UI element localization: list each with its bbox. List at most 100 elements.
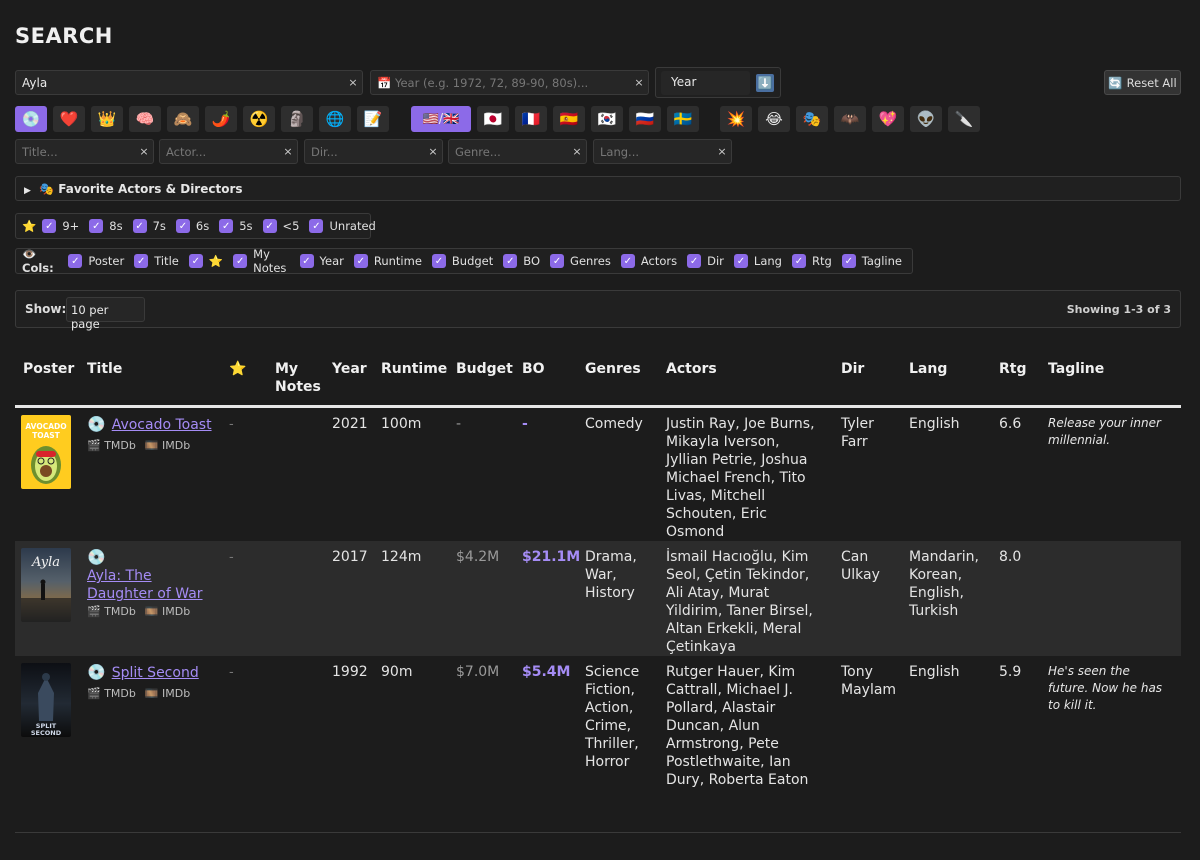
search-input[interactable]: Ayla × (15, 70, 363, 95)
chip-radioactive[interactable]: ☢️ (243, 106, 275, 132)
col-runtime-checkbox[interactable]: ✓ Runtime (353, 254, 422, 268)
col-header-actors[interactable]: Actors (658, 350, 833, 408)
chip-crown[interactable]: 👑 (91, 106, 123, 132)
clear-actor-icon[interactable]: × (281, 145, 295, 158)
col-poster-checkbox[interactable]: ✓ Poster (68, 254, 124, 268)
movie-title-link[interactable]: Ayla: The Daughter of War (87, 568, 203, 602)
col-actors-label: Actors (640, 254, 678, 268)
imdb-link[interactable]: 🎞️ IMDb (145, 439, 190, 452)
movie-title-link[interactable]: Avocado Toast (112, 417, 212, 433)
chip-genre-romance[interactable]: 💖 (872, 106, 904, 132)
sort-direction-icon[interactable]: ⬇️ (756, 74, 774, 92)
col-header-runtime[interactable]: Runtime (373, 350, 448, 408)
box-office-cell: $5.4M (522, 664, 571, 680)
col-header-title[interactable]: Title (79, 350, 221, 408)
chip-moai[interactable]: 🗿 (281, 106, 313, 132)
chip-country-kr[interactable]: 🇰🇷 (591, 106, 623, 132)
dir-filter-input[interactable]: Dir... × (304, 139, 443, 164)
chip-genre-horror[interactable]: 🔪 (948, 106, 980, 132)
col-header-poster[interactable]: Poster (15, 350, 79, 408)
col-lang-checkbox[interactable]: ✓ Lang (733, 254, 782, 268)
clear-lang-icon[interactable]: × (715, 145, 729, 158)
col-header-rtg[interactable]: Rtg (991, 350, 1040, 408)
col-header-lang[interactable]: Lang (901, 350, 991, 408)
tmdb-link[interactable]: 🎬 TMDb (87, 687, 136, 700)
star-rating[interactable]: - (229, 417, 234, 432)
lang-filter-input[interactable]: Lang... × (593, 139, 732, 164)
chip-genre-action[interactable]: 💥 (720, 106, 752, 132)
poster-image[interactable]: AVOCADO TOAST (21, 415, 71, 489)
rating-7s-checkbox[interactable]: ✓ 7s (132, 219, 166, 233)
my-notes[interactable] (267, 656, 324, 789)
rating-under5-checkbox[interactable]: ✓ <5 (262, 219, 299, 233)
movie-title-link[interactable]: Split Second (112, 665, 199, 681)
col-dir-checkbox[interactable]: ✓ Dir (687, 254, 724, 268)
rating-9plus-checkbox[interactable]: ✓ 9+ (42, 219, 79, 233)
col-header-bo[interactable]: BO (514, 350, 577, 408)
rating-5s-checkbox[interactable]: ✓ 5s (219, 219, 253, 233)
col-bo-checkbox[interactable]: ✓ BO (503, 254, 540, 268)
chip-collection[interactable]: 💿 (15, 106, 47, 132)
chip-country-ru[interactable]: 🇷🇺 (629, 106, 661, 132)
chip-country-fr[interactable]: 🇫🇷 (515, 106, 547, 132)
col-notes-checkbox[interactable]: ✓ My Notes (233, 247, 289, 275)
my-notes[interactable] (267, 407, 324, 542)
reset-all-button[interactable]: 🔄 Reset All (1104, 70, 1181, 95)
chip-genre-bat[interactable]: 🦇 (834, 106, 866, 132)
rating-unrated-checkbox[interactable]: ✓ Unrated (309, 219, 376, 233)
col-header-tagline[interactable]: Tagline (1040, 350, 1181, 408)
chip-genre-comedy[interactable]: 😂 (758, 106, 790, 132)
title-filter-input[interactable]: Title... × (15, 139, 154, 164)
chip-genre-scifi[interactable]: 👽 (910, 106, 942, 132)
chip-brain[interactable]: 🧠 (129, 106, 161, 132)
clear-year-icon[interactable]: × (632, 76, 646, 89)
clear-title-icon[interactable]: × (137, 145, 151, 158)
my-notes[interactable] (267, 541, 324, 656)
col-star-checkbox[interactable]: ✓ ⭐ (188, 254, 223, 268)
col-genres-checkbox[interactable]: ✓ Genres (550, 254, 611, 268)
chip-country-es[interactable]: 🇪🇸 (553, 106, 585, 132)
chip-favorites[interactable]: ❤️ (53, 106, 85, 132)
chip-notes[interactable]: 📝 (357, 106, 389, 132)
tmdb-link[interactable]: 🎬 TMDb (87, 439, 136, 452)
per-page-select[interactable]: 10 per page (66, 297, 145, 331)
chip-country-se[interactable]: 🇸🇪 (667, 106, 699, 132)
col-budget-checkbox[interactable]: ✓ Budget (431, 254, 493, 268)
star-rating[interactable]: - (229, 665, 234, 680)
chip-pepper[interactable]: 🌶️ (205, 106, 237, 132)
imdb-link[interactable]: 🎞️ IMDb (145, 605, 190, 618)
chip-country-us-uk[interactable]: 🇺🇸/🇬🇧 (411, 106, 471, 132)
chip-monkey[interactable]: 🙈 (167, 106, 199, 132)
col-header-genres[interactable]: Genres (577, 350, 658, 408)
col-tagline-checkbox[interactable]: ✓ Tagline (841, 254, 902, 268)
year-input[interactable]: 📅 Year (e.g. 1972, 72, 89-90, 80s)... × (370, 70, 649, 95)
star-rating[interactable]: - (229, 550, 234, 565)
genre-filter-input[interactable]: Genre... × (448, 139, 587, 164)
tmdb-link[interactable]: 🎬 TMDb (87, 605, 136, 618)
col-header-budget[interactable]: Budget (448, 350, 514, 408)
checkbox-check-icon: ✓ (262, 219, 277, 233)
col-header-notes[interactable]: My Notes (267, 350, 324, 408)
sort-select[interactable]: Year (661, 71, 750, 95)
sort-controls: Year ⬇️ (655, 67, 781, 98)
imdb-link[interactable]: 🎞️ IMDb (145, 687, 190, 700)
poster-image[interactable]: Ayla (21, 548, 71, 622)
chip-globe[interactable]: 🌐 (319, 106, 351, 132)
col-rtg-checkbox[interactable]: ✓ Rtg (791, 254, 832, 268)
rating-8s-checkbox[interactable]: ✓ 8s (89, 219, 123, 233)
rating-6s-checkbox[interactable]: ✓ 6s (175, 219, 209, 233)
col-title-checkbox[interactable]: ✓ Title (134, 254, 179, 268)
clear-genre-icon[interactable]: × (570, 145, 584, 158)
col-year-checkbox[interactable]: ✓ Year (299, 254, 344, 268)
col-header-year[interactable]: Year (324, 350, 373, 408)
favorite-actors-toggle[interactable]: ▶ 🎭 Favorite Actors & Directors (15, 176, 1181, 201)
clear-dir-icon[interactable]: × (426, 145, 440, 158)
poster-image[interactable]: SPLIT SECOND (21, 663, 71, 737)
chip-genre-drama[interactable]: 🎭 (796, 106, 828, 132)
actor-filter-input[interactable]: Actor... × (159, 139, 298, 164)
chip-country-jp[interactable]: 🇯🇵 (477, 106, 509, 132)
col-header-dir[interactable]: Dir (833, 350, 901, 408)
clear-search-icon[interactable]: × (346, 76, 360, 89)
col-header-star[interactable]: ⭐ (221, 350, 267, 408)
col-actors-checkbox[interactable]: ✓ Actors (620, 254, 678, 268)
